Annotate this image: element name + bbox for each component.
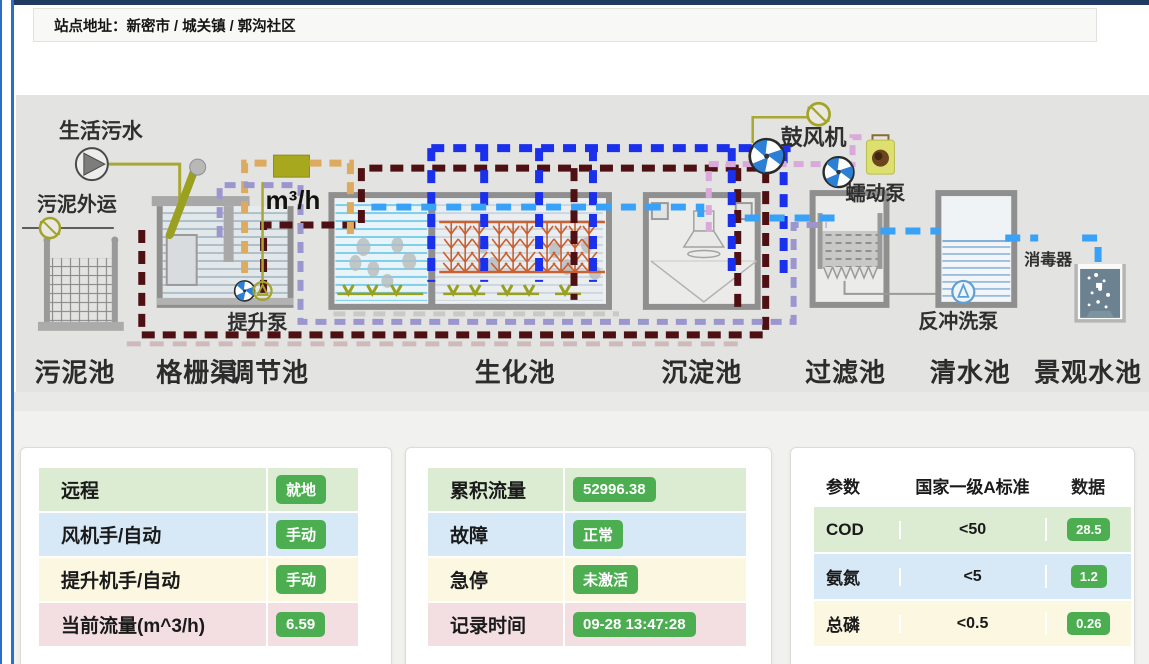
- row-label: 故障: [428, 521, 563, 548]
- row-label: 提升机手/自动: [39, 566, 266, 593]
- divider-strip: [14, 392, 1149, 411]
- value-badge: 1.2: [1071, 565, 1107, 588]
- tank-label: 污泥池: [34, 359, 115, 388]
- row-label: 记录时间: [428, 611, 563, 638]
- peristaltic-pump-label: 蠕动泵: [846, 182, 906, 205]
- row-label: 远程: [39, 476, 266, 503]
- value-badge: 28.5: [1067, 518, 1110, 541]
- status-badge: 手动: [276, 520, 326, 549]
- sludge-valve-icon: [40, 218, 60, 238]
- disinfector-label: 消毒器: [1024, 250, 1073, 269]
- scada-page: 站点地址：新密市 / 城关镇 / 郭沟社区: [0, 0, 1149, 664]
- blower-label: 鼓风机: [781, 125, 847, 150]
- inflow-pump-icon: [76, 148, 108, 180]
- site-address: 站点地址：新密市 / 城关镇 / 郭沟社区: [34, 15, 296, 36]
- row-label: 风机手/自动: [39, 521, 266, 548]
- column-header: 数据: [1045, 473, 1131, 498]
- control-panel: 远程 就地 风机手/自动 手动 提升机手/自动 手动 当前流量(m^3/h) 6…: [20, 447, 392, 664]
- status-badge: 正常: [573, 520, 623, 549]
- tank-label: 格栅渠: [156, 358, 237, 388]
- table-row: 记录时间 09-28 13:47:28: [428, 603, 746, 648]
- value-badge: 6.59: [276, 612, 325, 637]
- site-address-bar: 站点地址：新密市 / 城关镇 / 郭沟社区: [33, 8, 1097, 42]
- landscape-pool: [1076, 264, 1124, 321]
- table-row: 提升机手/自动 手动: [39, 558, 358, 603]
- table-header-row: 参数 国家一级A标准 数据: [814, 463, 1131, 507]
- standard-value: <0.5: [899, 615, 1045, 633]
- plant-diagram: 生活污水 污泥外运 提升泵 m³/h 鼓风机 蠕动泵 反冲洗泵 消毒器 污泥池 …: [16, 95, 1149, 392]
- left-accent-line: [0, 0, 2, 664]
- standard-value: <5: [899, 568, 1045, 586]
- status-panel: 累积流量 52996.38 故障 正常 急停 未激活 记录时间 09-28 13…: [405, 447, 772, 664]
- row-label: 当前流量(m^3/h): [39, 611, 266, 638]
- process-diagram-band: 生活污水 污泥外运 提升泵 m³/h 鼓风机 蠕动泵 反冲洗泵 消毒器 污泥池 …: [16, 95, 1149, 392]
- table-row: 远程 就地: [39, 468, 358, 513]
- status-badge: 未激活: [573, 565, 638, 594]
- param-name: 氨氮: [814, 564, 899, 589]
- table-row: 氨氮 <5 1.2: [814, 554, 1131, 601]
- row-label: 急停: [428, 566, 563, 593]
- status-badge: 就地: [276, 475, 326, 504]
- status-badge: 手动: [276, 565, 326, 594]
- blower-valve-icon: [808, 103, 830, 125]
- lift-pump-icon: [235, 280, 255, 301]
- table-row: COD <50 28.5: [814, 507, 1131, 554]
- sludge-out-label: 污泥外运: [37, 192, 117, 216]
- table-row: 当前流量(m^3/h) 6.59: [39, 603, 358, 648]
- top-navy-bar: [14, 0, 1149, 5]
- tank-label: 沉淀池: [661, 358, 742, 388]
- lift-pump-label: 提升泵: [228, 310, 288, 334]
- value-badge: 52996.38: [573, 477, 656, 502]
- timestamp-badge: 09-28 13:47:28: [573, 612, 696, 637]
- table-row: 风机手/自动 手动: [39, 513, 358, 558]
- table-row: 总磷 <0.5 0.26: [814, 601, 1131, 648]
- tank-label: 生化池: [475, 359, 556, 388]
- tank-label: 清水池: [930, 359, 1011, 388]
- tank-label: 过滤池: [805, 359, 886, 388]
- value-badge: 0.26: [1067, 612, 1110, 635]
- water-quality-panel: 参数 国家一级A标准 数据 COD <50 28.5 氨氮 <5 1.2 总磷 …: [790, 447, 1135, 664]
- param-name: COD: [814, 520, 899, 540]
- table-row: 累积流量 52996.38: [428, 468, 746, 513]
- backwash-pump-label: 反冲洗泵: [918, 310, 998, 333]
- flow-meter: [274, 155, 310, 177]
- column-header: 国家一级A标准: [900, 473, 1046, 498]
- tank-label: 景观水池: [1034, 359, 1142, 388]
- rake-pivot: [190, 159, 206, 175]
- flow-unit-label: m³/h: [266, 187, 321, 215]
- param-name: 总磷: [814, 611, 899, 636]
- table-row: 急停 未激活: [428, 558, 746, 603]
- sludge-tank: [22, 228, 124, 331]
- standard-value: <50: [899, 521, 1045, 539]
- tank-label: 调节池: [228, 359, 309, 388]
- row-label: 累积流量: [428, 476, 563, 503]
- inflow-label: 生活污水: [59, 119, 144, 143]
- clear-water-tank: [938, 193, 1014, 305]
- blower-fan-icon: [750, 138, 784, 174]
- column-header: 参数: [814, 473, 900, 498]
- table-row: 故障 正常: [428, 513, 746, 558]
